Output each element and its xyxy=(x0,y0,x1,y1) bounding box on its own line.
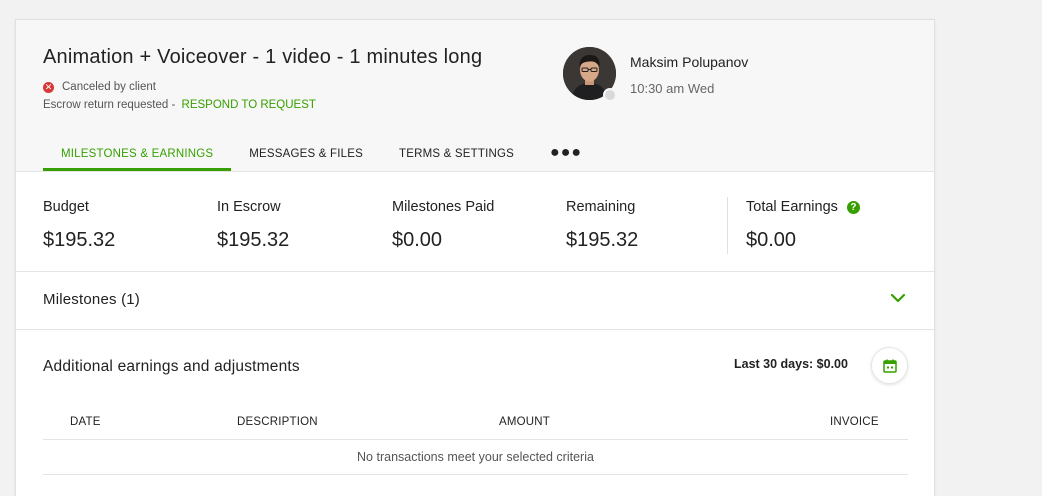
last-30-days-total: Last 30 days: $0.00 xyxy=(734,357,848,371)
stat-label: Milestones Paid xyxy=(392,199,495,215)
adjustments-title: Additional earnings and adjustments xyxy=(43,358,300,375)
column-header-description[interactable]: DESCRIPTION xyxy=(237,416,318,428)
tab-milestones-earnings[interactable]: MILESTONES & EARNINGS xyxy=(43,137,232,171)
stat-in-escrow: In Escrow $195.32 xyxy=(217,199,289,252)
presence-indicator xyxy=(603,88,617,102)
stat-label: Total Earnings xyxy=(746,199,838,215)
calendar-icon xyxy=(882,359,897,373)
stat-label: In Escrow xyxy=(217,199,281,215)
stat-value: $0.00 xyxy=(392,229,443,251)
canceled-icon: ✕ xyxy=(43,81,54,93)
user-local-time: 10:30 am Wed xyxy=(630,81,715,96)
help-icon[interactable]: ? xyxy=(846,200,860,214)
stat-value: $195.32 xyxy=(217,229,290,251)
stat-label: Budget xyxy=(43,199,89,215)
earnings-summary: Budget $195.32 In Escrow $195.32 Milesto… xyxy=(16,172,934,272)
column-header-date[interactable]: DATE xyxy=(70,416,101,428)
stat-divider xyxy=(727,197,728,254)
stat-remaining: Remaining $195.32 xyxy=(566,199,638,252)
status-text: Canceled by client xyxy=(62,81,156,93)
adjustments-section: Additional earnings and adjustments Last… xyxy=(16,330,934,490)
column-header-invoice[interactable]: INVOICE xyxy=(830,416,879,428)
stat-value: $0.00 xyxy=(746,229,797,251)
column-header-amount[interactable]: AMOUNT xyxy=(499,416,550,428)
contract-status: ✕ Canceled by client xyxy=(43,81,156,93)
contract-tabs: MILESTONES & EARNINGS MESSAGES & FILES T… xyxy=(43,137,600,171)
escrow-status: Escrow return requested - RESPOND TO REQ… xyxy=(43,99,316,111)
empty-state-message: No transactions meet your selected crite… xyxy=(43,440,908,475)
stat-value: $195.32 xyxy=(566,229,639,251)
table-header: DATE DESCRIPTION AMOUNT INVOICE xyxy=(43,406,908,440)
tab-messages-files[interactable]: MESSAGES & FILES xyxy=(231,137,381,171)
milestones-title: Milestones (1) xyxy=(43,291,140,308)
tab-terms-settings[interactable]: TERMS & SETTINGS xyxy=(381,137,532,171)
chevron-down-icon[interactable] xyxy=(889,289,907,307)
respond-to-request-link[interactable]: RESPOND TO REQUEST xyxy=(182,99,316,111)
more-options-icon[interactable]: ●●● xyxy=(532,137,600,171)
date-range-button[interactable] xyxy=(871,347,908,384)
stat-milestones-paid: Milestones Paid $0.00 xyxy=(392,199,494,252)
stat-value: $195.32 xyxy=(43,229,116,251)
transactions-table: DATE DESCRIPTION AMOUNT INVOICE No trans… xyxy=(43,406,908,475)
milestones-section[interactable]: Milestones (1) xyxy=(16,272,934,330)
contract-card: Animation + Voiceover - 1 video - 1 minu… xyxy=(15,19,935,496)
stat-label: Remaining xyxy=(566,199,636,215)
stat-budget: Budget $195.32 xyxy=(43,199,115,252)
contract-title: Animation + Voiceover - 1 video - 1 minu… xyxy=(43,46,483,68)
escrow-text: Escrow return requested - xyxy=(43,99,176,111)
user-name[interactable]: Maksim Polupanov xyxy=(630,54,748,70)
contract-header: Animation + Voiceover - 1 video - 1 minu… xyxy=(16,20,934,172)
stat-total-earnings: Total Earnings ? $0.00 xyxy=(746,199,860,252)
stat-label-row: Total Earnings ? xyxy=(746,199,860,215)
